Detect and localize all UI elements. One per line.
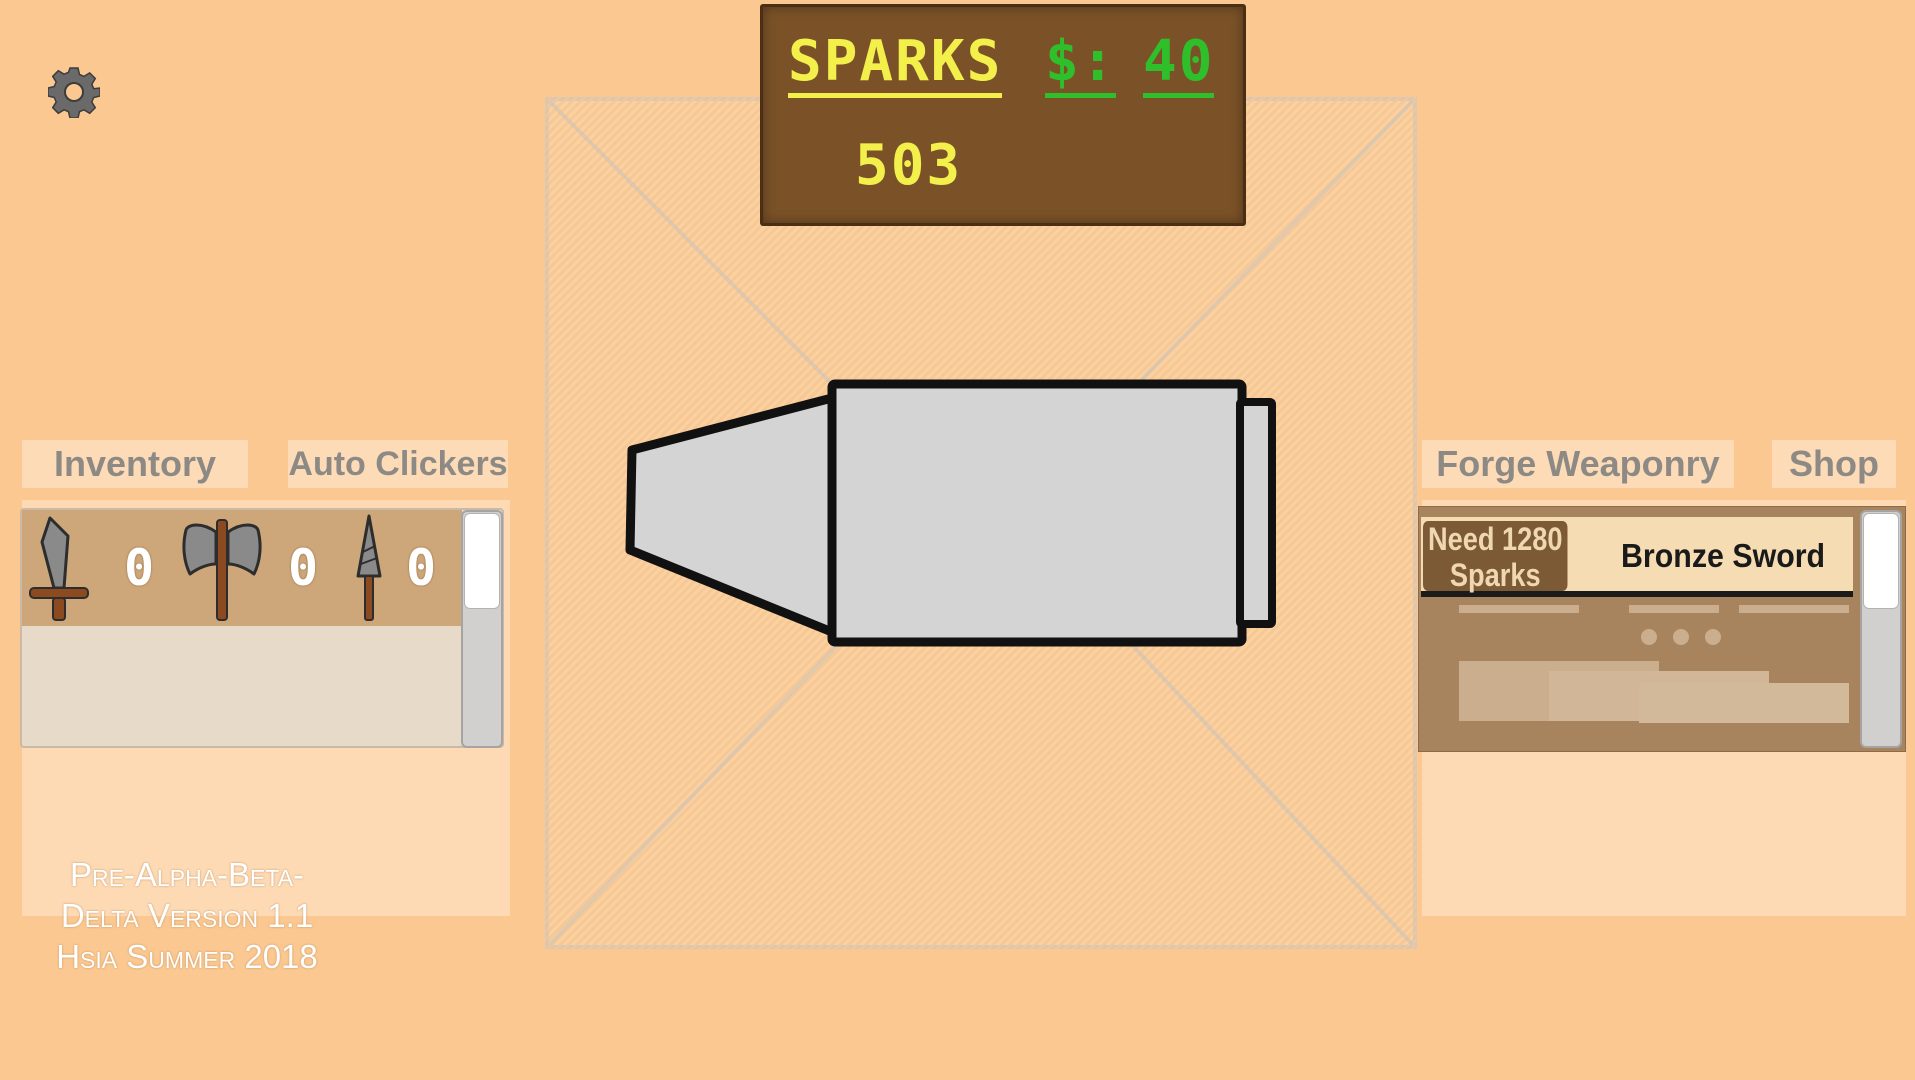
forge-scrollbar[interactable] [1860, 510, 1902, 748]
version-text: Pre-Alpha-Beta- Delta Version 1.1 Hsia S… [22, 854, 352, 977]
inventory-list: 0 0 0 [20, 508, 504, 748]
tab-shop[interactable]: Shop [1772, 440, 1896, 488]
inventory-scroll-thumb[interactable] [464, 513, 500, 609]
forge-item-bronze-sword[interactable]: Need 1280 Sparks Bronze Sword [1421, 517, 1853, 597]
version-line-3: Hsia Summer 2018 [56, 938, 318, 975]
money-value: 40 [1143, 31, 1215, 98]
forge-cost-button[interactable]: Need 1280 Sparks [1423, 521, 1568, 593]
axe-count: 0 [288, 539, 321, 597]
forge-scroll-thumb[interactable] [1863, 513, 1899, 609]
sword-count: 0 [124, 539, 157, 597]
version-line-1: Pre-Alpha-Beta- [69, 856, 305, 893]
spear-icon [356, 514, 382, 621]
spear-count: 0 [406, 539, 439, 597]
sparks-label: SPARKS [788, 31, 1003, 98]
tab-auto-clickers[interactable]: Auto Clickers [288, 440, 508, 488]
sparks-scoreboard: SPARKS $: 40 503 [760, 4, 1246, 226]
tab-inventory[interactable]: Inventory [22, 440, 248, 488]
battle-axe-icon [182, 519, 262, 621]
anvil-click-target[interactable] [620, 370, 1280, 650]
sparks-count: 503 [855, 133, 963, 198]
settings-gear-icon[interactable] [47, 66, 101, 119]
inventory-row: 0 0 0 [22, 510, 462, 626]
inventory-scrollbar[interactable] [461, 510, 503, 748]
cost-line-2: Sparks [1449, 557, 1541, 593]
anvil-icon [625, 379, 1276, 647]
forge-list-background-art [1459, 605, 1849, 723]
forge-list: Need 1280 Sparks Bronze Sword [1418, 506, 1906, 752]
money-label: $: [1045, 31, 1117, 98]
tab-forge-weaponry[interactable]: Forge Weaponry [1422, 440, 1734, 488]
version-line-2: Delta Version 1.1 [60, 897, 314, 934]
forge-item-name: Bronze Sword [1621, 537, 1826, 574]
sword-icon [29, 516, 89, 621]
cost-line-1: Need 1280 [1427, 521, 1563, 557]
